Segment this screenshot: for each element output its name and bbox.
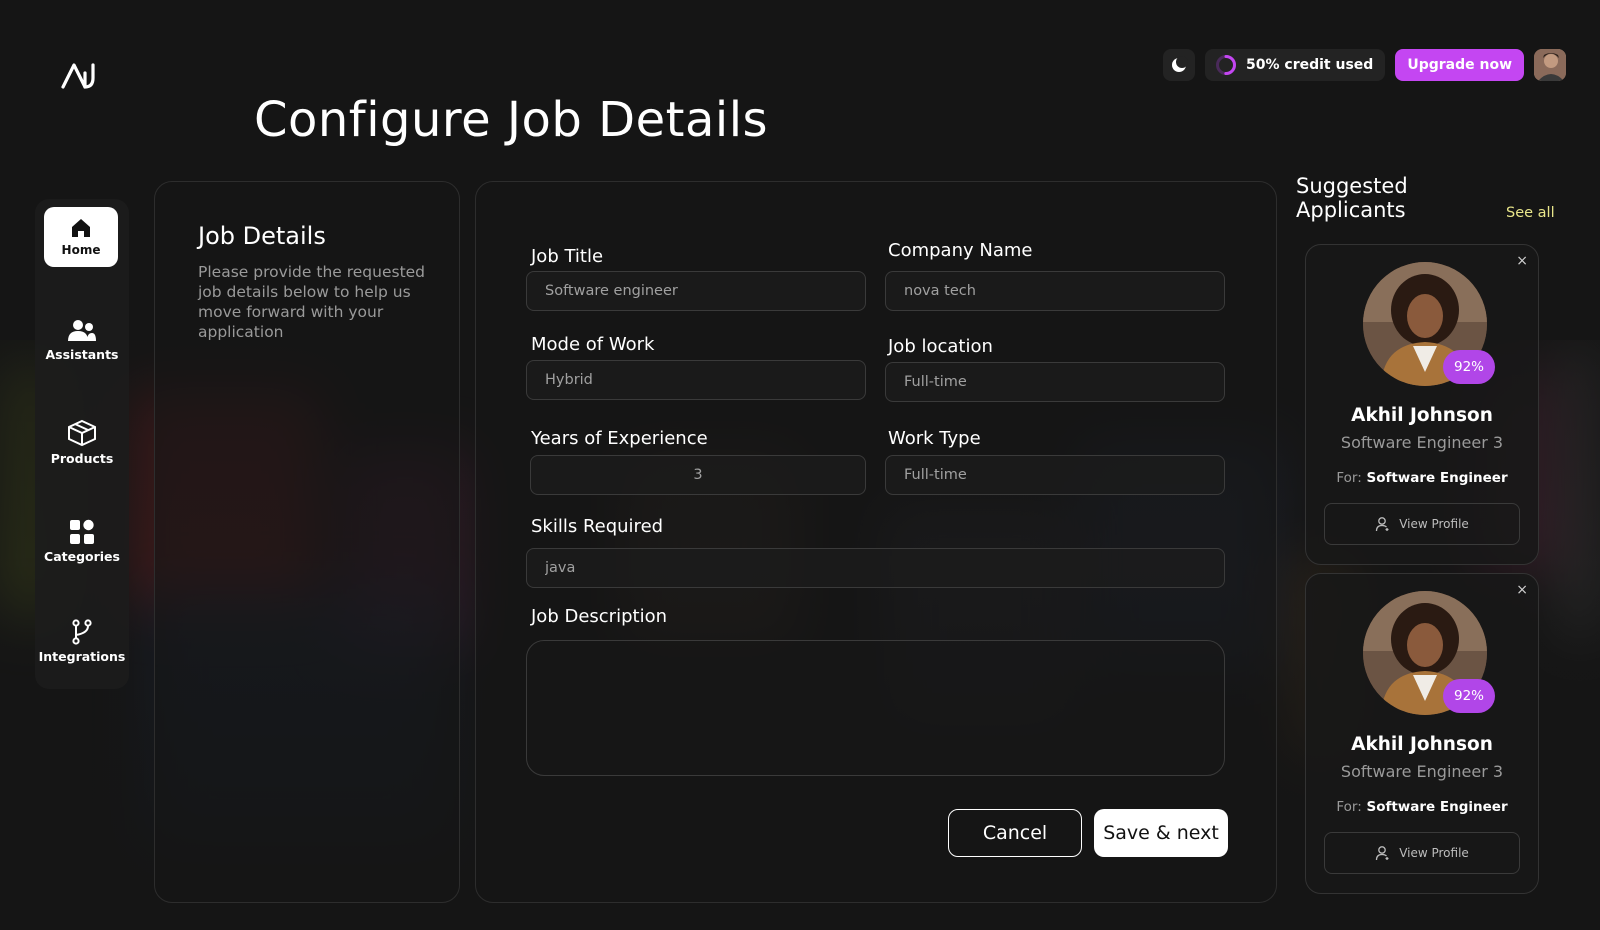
see-all-link[interactable]: See all	[1506, 205, 1555, 221]
sidebar-item-products[interactable]: Products	[35, 419, 129, 466]
info-description: Please provide the requested job details…	[198, 263, 426, 341]
save-next-button[interactable]: Save & next	[1094, 809, 1228, 857]
branch-icon	[72, 619, 92, 645]
job-location-input[interactable]	[885, 362, 1225, 402]
applicant-name: Akhil Johnson	[1351, 405, 1493, 426]
job-details-info-panel: Job Details Please provide the requested…	[154, 181, 460, 903]
theme-toggle-button[interactable]	[1163, 49, 1196, 81]
close-icon[interactable]: ×	[1516, 582, 1528, 598]
user-avatar[interactable]	[1534, 49, 1566, 81]
suggested-applicants-title: Suggested Applicants	[1296, 174, 1408, 222]
sidebar-item-label: Integrations	[38, 649, 126, 664]
job-description-textarea[interactable]	[526, 640, 1225, 776]
for-value: Software Engineer	[1366, 799, 1508, 815]
years-experience-label: Years of Experience	[531, 428, 708, 449]
ai-logo-icon[interactable]	[60, 60, 98, 90]
sidebar-item-label: Products	[50, 451, 114, 466]
sidebar-item-assistants[interactable]: Assistants	[35, 319, 129, 362]
grid-icon	[70, 519, 94, 544]
job-details-form: Job Title Company Name Mode of Work Job …	[475, 181, 1277, 903]
view-profile-label: View Profile	[1399, 517, 1469, 531]
applicant-for: For: Software Engineer	[1306, 799, 1538, 815]
view-profile-label: View Profile	[1399, 846, 1469, 860]
moon-icon	[1172, 56, 1189, 72]
for-label: For:	[1336, 799, 1362, 815]
applicant-for: For: Software Engineer	[1306, 470, 1538, 486]
company-name-label: Company Name	[888, 240, 1033, 261]
applicant-role: Software Engineer 3	[1340, 762, 1504, 781]
sidebar-item-label: Home	[61, 243, 101, 257]
view-profile-button[interactable]: View Profile	[1324, 503, 1520, 545]
job-location-label: Job location	[888, 336, 993, 357]
top-toolbar: 50% credit used Upgrade now	[1163, 49, 1566, 81]
match-badge: 92%	[1443, 679, 1495, 713]
users-icon	[68, 320, 96, 341]
work-type-label: Work Type	[888, 428, 981, 449]
applicant-card: × 92% Akhil Johnson Software Engineer 3 …	[1305, 573, 1539, 894]
applicant-card: × 92% Akhil Johnson Software Engineer 3 …	[1305, 244, 1539, 565]
skills-required-input[interactable]	[526, 548, 1225, 588]
for-label: For:	[1336, 470, 1362, 486]
job-title-input[interactable]	[526, 271, 866, 311]
mode-of-work-input[interactable]	[526, 360, 866, 400]
close-icon[interactable]: ×	[1516, 253, 1528, 269]
cancel-button[interactable]: Cancel	[948, 809, 1082, 857]
company-name-input[interactable]	[885, 271, 1225, 311]
applicant-name: Akhil Johnson	[1351, 734, 1493, 755]
credit-progress-ring	[1216, 55, 1237, 75]
sidebar-item-integrations[interactable]: Integrations	[35, 619, 129, 664]
sidebar-item-home[interactable]: Home	[44, 207, 118, 267]
sidebar-item-label: Assistants	[45, 347, 119, 362]
match-badge: 92%	[1443, 350, 1495, 384]
credit-text: 50% credit used	[1246, 57, 1374, 73]
sidebar-item-categories[interactable]: Categories	[35, 519, 129, 564]
view-profile-button[interactable]: View Profile	[1324, 832, 1520, 874]
skills-required-label: Skills Required	[531, 516, 664, 537]
job-description-label: Job Description	[531, 606, 667, 627]
years-experience-input[interactable]	[530, 455, 866, 495]
upgrade-button[interactable]: Upgrade now	[1395, 49, 1524, 81]
sidebar: Home Assistants Products Categories Inte…	[35, 199, 129, 689]
work-type-input[interactable]	[885, 455, 1225, 495]
for-value: Software Engineer	[1366, 470, 1508, 486]
applicant-role: Software Engineer 3	[1340, 433, 1504, 452]
job-title-label: Job Title	[531, 246, 604, 267]
sidebar-item-label: Categories	[44, 549, 120, 564]
info-title: Job Details	[198, 222, 326, 250]
page-title: Configure Job Details	[254, 92, 769, 148]
user-icon	[1376, 846, 1389, 861]
user-icon	[1376, 517, 1389, 532]
box-icon	[68, 419, 96, 447]
credit-usage-badge: 50% credit used	[1205, 49, 1386, 81]
mode-of-work-label: Mode of Work	[531, 334, 655, 355]
home-icon	[72, 219, 90, 237]
